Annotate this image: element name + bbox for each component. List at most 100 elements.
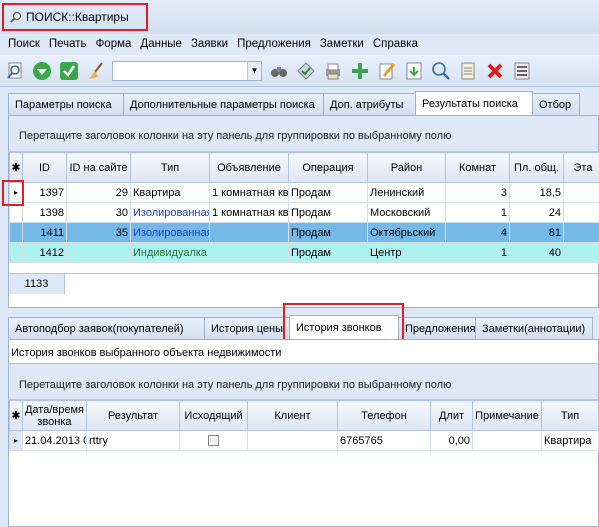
column-header-floor[interactable]: Эта	[563, 152, 599, 183]
tab-notes[interactable]: Заметки(аннотации)	[475, 317, 593, 339]
menu-data[interactable]: Данные	[140, 38, 182, 50]
cell-operation[interactable]: Продам	[288, 182, 368, 203]
cell-area[interactable]: 24	[509, 202, 564, 223]
column-header-indicator[interactable]: ✱	[9, 152, 23, 183]
cell-note[interactable]	[472, 430, 542, 451]
printer-icon[interactable]	[322, 60, 344, 82]
menu-requests[interactable]: Заявки	[191, 38, 228, 50]
cell-result[interactable]: rttry	[86, 430, 180, 451]
cell-floor[interactable]	[563, 242, 599, 263]
column-header-result[interactable]: Результат	[86, 400, 180, 431]
column-header-site-id[interactable]: ID на сайте	[66, 152, 131, 183]
cell-outgoing[interactable]	[179, 430, 248, 451]
cell-floor[interactable]	[563, 202, 599, 223]
list-icon[interactable]	[511, 60, 533, 82]
column-header-datetime[interactable]: Дата/время звонка	[22, 400, 87, 431]
cell-site-id[interactable]: 29	[66, 182, 131, 203]
cell-ad[interactable]	[209, 222, 289, 243]
broom-icon[interactable]	[85, 60, 107, 82]
cell-rooms[interactable]: 3	[445, 182, 510, 203]
outgoing-checkbox[interactable]	[208, 435, 219, 447]
cell-area[interactable]: 40	[509, 242, 564, 263]
cell-id[interactable]: 1397	[22, 182, 67, 203]
cell-rooms[interactable]: 1	[445, 202, 510, 223]
delete-icon[interactable]	[484, 60, 506, 82]
chevron-down-icon[interactable]: ▼	[247, 61, 261, 80]
table-row[interactable]: ▸ 1397 29 Квартира 1 комнатная кв Продам…	[9, 182, 599, 203]
cell-ad[interactable]: 1 комнатная кв	[209, 202, 289, 223]
table-row[interactable]: 1398 30 Изолированная 1 комнатная кв Про…	[9, 202, 599, 223]
phone-check-icon[interactable]	[58, 60, 80, 82]
toolbar-combo[interactable]: ▼	[112, 60, 262, 81]
menu-search[interactable]: Поиск	[8, 38, 40, 50]
menu-print[interactable]: Печать	[49, 38, 87, 50]
cell-type[interactable]: Квартира	[541, 430, 599, 451]
column-header-phone[interactable]: Телефон	[337, 400, 431, 431]
cell-id[interactable]: 1398	[22, 202, 67, 223]
cell-site-id[interactable]: 30	[66, 202, 131, 223]
cell-site-id[interactable]: 35	[66, 222, 131, 243]
tab-selection[interactable]: Отбор	[532, 93, 580, 115]
cell-rooms[interactable]: 1	[445, 242, 510, 263]
column-header-duration[interactable]: Длит	[430, 400, 473, 431]
cell-type[interactable]: Индивидуалка	[130, 242, 210, 263]
cell-duration[interactable]: 0,00	[430, 430, 473, 451]
column-header-indicator[interactable]: ✱	[9, 400, 23, 431]
cell-operation[interactable]: Продам	[288, 222, 368, 243]
edit-icon[interactable]	[376, 60, 398, 82]
tab-search-params[interactable]: Параметры поиска	[8, 93, 124, 115]
cell-floor[interactable]	[563, 222, 599, 243]
cell-type[interactable]: Изолированная	[130, 202, 210, 223]
down-arrow-circle-icon[interactable]	[31, 60, 53, 82]
check-tag-icon[interactable]	[295, 60, 317, 82]
column-header-operation[interactable]: Операция	[288, 152, 368, 183]
cell-district[interactable]: Московский	[367, 202, 446, 223]
tab-auto-match-requests[interactable]: Автоподбор заявок(покупателей)	[8, 317, 205, 339]
cell-district[interactable]: Октябрьский	[367, 222, 446, 243]
column-header-client[interactable]: Клиент	[247, 400, 338, 431]
cell-operation[interactable]: Продам	[288, 202, 368, 223]
tab-offers[interactable]: Предложения	[398, 317, 476, 339]
cell-site-id[interactable]	[66, 242, 131, 263]
column-header-rooms[interactable]: Комнат	[445, 152, 510, 183]
menu-notes[interactable]: Заметки	[320, 38, 364, 50]
cell-district[interactable]: Центр	[367, 242, 446, 263]
cell-area[interactable]: 81	[509, 222, 564, 243]
cell-floor[interactable]	[563, 182, 599, 203]
tab-extra-attributes[interactable]: Доп. атрибуты	[323, 93, 416, 115]
cell-type[interactable]: Квартира	[130, 182, 210, 203]
column-header-note[interactable]: Примечание	[472, 400, 542, 431]
cell-district[interactable]: Ленинский	[367, 182, 446, 203]
cell-ad[interactable]	[209, 242, 289, 263]
add-icon[interactable]	[349, 60, 371, 82]
table-row[interactable]: 1411 35 Изолированная Продам Октябрьский…	[9, 222, 599, 243]
document-icon[interactable]	[457, 60, 479, 82]
cell-datetime[interactable]: 21.04.2013 0	[22, 430, 87, 451]
menu-form[interactable]: Форма	[96, 38, 132, 50]
cell-operation[interactable]: Продам	[288, 242, 368, 263]
search-icon[interactable]	[4, 60, 26, 82]
column-header-type[interactable]: Тип	[541, 400, 599, 431]
column-header-outgoing[interactable]: Исходящий	[179, 400, 248, 431]
cell-id[interactable]: 1412	[22, 242, 67, 263]
menu-help[interactable]: Справка	[373, 38, 418, 50]
tab-extra-search-params[interactable]: Дополнительные параметры поиска	[123, 93, 324, 115]
cell-ad[interactable]: 1 комнатная кв	[209, 182, 289, 203]
cell-type[interactable]: Изолированная	[130, 222, 210, 243]
cell-area[interactable]: 18,5	[509, 182, 564, 203]
tab-price-history[interactable]: История цены	[204, 317, 290, 339]
cell-rooms[interactable]: 4	[445, 222, 510, 243]
cell-id[interactable]: 1411	[22, 222, 67, 243]
group-by-panel[interactable]: Перетащите заголовок колонки на эту пане…	[9, 364, 598, 400]
table-row[interactable]: 1412 Индивидуалка Продам Центр 1 40	[9, 242, 599, 263]
group-by-panel[interactable]: Перетащите заголовок колонки на эту пане…	[9, 116, 598, 152]
menu-offers[interactable]: Предложения	[237, 38, 311, 50]
cell-client[interactable]	[247, 430, 338, 451]
binoculars-icon[interactable]	[268, 60, 290, 82]
column-header-area[interactable]: Пл. общ.	[509, 152, 564, 183]
cell-phone[interactable]: 6765765	[337, 430, 431, 451]
magnifier-icon[interactable]	[430, 60, 452, 82]
column-header-district[interactable]: Район	[367, 152, 446, 183]
column-header-ad[interactable]: Объявление	[209, 152, 289, 183]
tab-search-results[interactable]: Результаты поиска	[415, 91, 533, 115]
